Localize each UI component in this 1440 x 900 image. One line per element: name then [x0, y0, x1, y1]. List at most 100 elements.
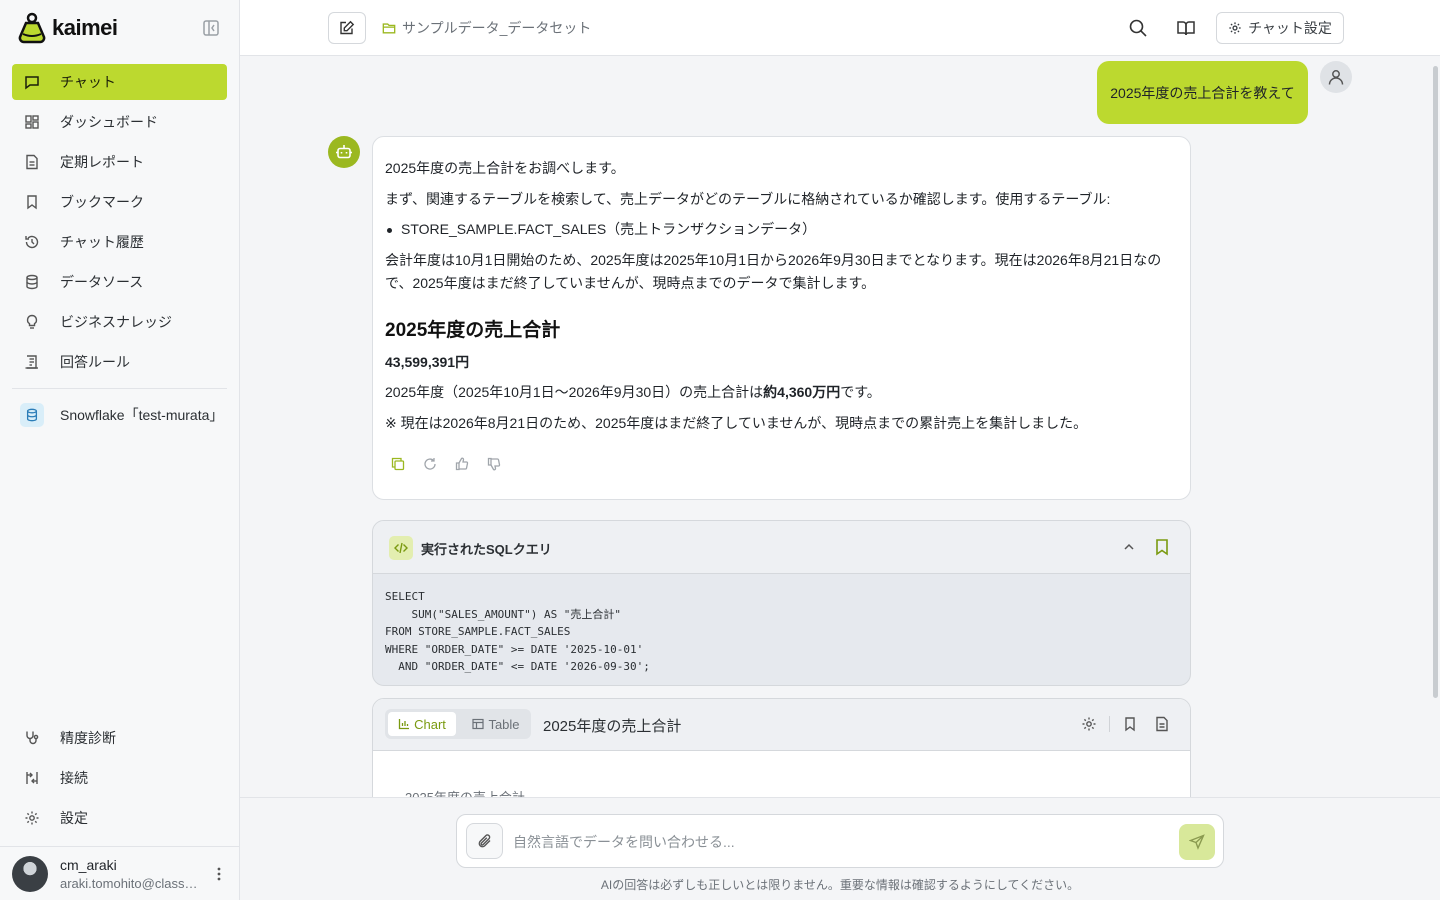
bookmark-icon[interactable] — [1122, 716, 1138, 732]
sidebar-item-label: ダッシュボード — [60, 114, 158, 130]
sidebar-item-chat[interactable]: チャット — [12, 64, 227, 100]
search-icon[interactable] — [1128, 18, 1148, 38]
bookmark-icon — [24, 194, 40, 210]
answer-text: 2025年度（2025年10月1日〜2026年9月30日）の売上合計は — [385, 384, 764, 400]
chevron-up-icon[interactable] — [1121, 539, 1137, 555]
dataset-selector[interactable]: サンプルデータ_データセット — [382, 18, 591, 38]
regenerate-icon[interactable] — [423, 457, 437, 471]
history-icon — [24, 234, 40, 250]
kaimei-logo-icon — [18, 12, 46, 44]
sidebar-item-label: 回答ルール — [60, 354, 130, 370]
sql-query-card: 実行されたSQLクエリ SELECT SUM("SALES_AMOUNT") A… — [372, 520, 1191, 686]
report-icon[interactable] — [1154, 716, 1170, 732]
table-icon — [472, 718, 485, 730]
gear-icon[interactable] — [1081, 716, 1097, 732]
connection-icon — [24, 770, 40, 786]
ai-disclaimer: AIの回答は必ずしも正しいとは限りません。重要な情報は確認するようにしてください… — [600, 878, 1080, 892]
sidebar-bottom-nav: 精度診断 接続 設定 — [12, 720, 227, 840]
sidebar-item-history[interactable]: チャット履歴 — [12, 224, 227, 260]
prompt-input[interactable] — [513, 831, 1153, 853]
sidebar-item-label: 精度診断 — [60, 730, 116, 746]
dashboard-icon — [24, 114, 40, 130]
sidebar-item-settings[interactable]: 設定 — [12, 800, 227, 836]
thumbs-down-icon[interactable] — [487, 457, 501, 471]
new-chat-button[interactable] — [328, 12, 366, 44]
sidebar-item-accuracy[interactable]: 精度診断 — [12, 720, 227, 756]
chat-settings-button[interactable]: チャット設定 — [1216, 12, 1344, 44]
stethoscope-icon — [24, 730, 40, 746]
answer-heading: 2025年度の売上合計 — [385, 320, 561, 341]
chat-icon — [24, 74, 40, 90]
sidebar-item-label: ビジネスナレッジ — [60, 314, 172, 330]
sidebar-item-label: ブックマーク — [60, 194, 144, 210]
answer-text: です。 — [840, 384, 881, 400]
app-name: kaimei — [52, 15, 118, 40]
assistant-answer-card: 2025年度の売上合計をお調べします。 まず、関連するテーブルを検索して、売上デ… — [372, 136, 1191, 500]
attach-button[interactable] — [466, 823, 503, 859]
sidebar-item-dashboard[interactable]: ダッシュボード — [12, 104, 227, 140]
sidebar-item-connection[interactable]: 接続 — [12, 760, 227, 796]
dataset-label: サンプルデータ_データセット — [402, 20, 592, 36]
datasource-label: Snowflake「test-murata」 — [60, 407, 224, 423]
folder-icon — [382, 21, 396, 35]
thumbs-up-icon[interactable] — [455, 457, 469, 471]
user-message: 2025年度の売上合計を教えて — [1097, 61, 1308, 124]
answer-paragraph: 2025年度（2025年10月1日〜2026年9月30日）の売上合計は約4,36… — [385, 381, 881, 404]
sql-code: SELECT SUM("SALES_AMOUNT") AS "売上合計" FRO… — [385, 590, 650, 673]
answer-total: 43,599,391円 — [385, 354, 470, 370]
sidebar-item-label: 接続 — [60, 770, 88, 786]
lightbulb-icon — [24, 314, 40, 330]
user-email: araki.tomohito@classmethod.jp — [60, 876, 202, 891]
sidebar-item-rules[interactable]: 回答ルール — [12, 344, 227, 380]
sql-query-title: 実行されたSQLクエリ — [421, 542, 552, 557]
paperclip-icon — [477, 833, 493, 849]
composer — [456, 814, 1224, 868]
answer-paragraph: 会計年度は10月1日開始のため、2025年度は2025年10月1日から2026年… — [385, 252, 1162, 291]
result-chart-header: Chart Table 2025年度の売上合計 — [373, 699, 1190, 751]
book-open-icon[interactable] — [1176, 18, 1196, 38]
sidebar-collapse-icon[interactable] — [202, 19, 220, 37]
sidebar-item-reports[interactable]: 定期レポート — [12, 144, 227, 180]
answer-emphasis: 約4,360万円 — [763, 384, 841, 400]
user-name: cm_araki — [60, 857, 117, 873]
answer-actions — [391, 457, 501, 471]
answer-list-item: STORE_SAMPLE.FACT_SALES（売上トランザクションデータ） — [386, 218, 816, 241]
bar-chart-icon — [398, 718, 410, 730]
chat-scrollbar[interactable] — [1433, 66, 1438, 698]
sidebar: kaimei チャット ダッシュボード 定期レポート ブックマーク チャット履歴… — [0, 0, 240, 900]
send-button[interactable] — [1179, 824, 1215, 860]
sidebar-item-label: 設定 — [60, 810, 88, 826]
send-icon — [1189, 834, 1205, 850]
result-chart-title: 2025年度の売上合計 — [543, 718, 682, 735]
more-vertical-icon[interactable] — [212, 865, 226, 883]
app-logo[interactable]: kaimei — [18, 12, 118, 44]
sidebar-item-knowledge[interactable]: ビジネスナレッジ — [12, 304, 227, 340]
tab-chart[interactable]: Chart — [388, 712, 456, 736]
sidebar-item-label: データソース — [60, 274, 144, 290]
tab-table[interactable]: Table — [464, 712, 528, 736]
view-toggle: Chart Table — [385, 709, 531, 739]
sidebar-item-bookmarks[interactable]: ブックマーク — [12, 184, 227, 220]
answer-paragraph: まず、関連するテーブルを検索して、売上データがどのテーブルに格納されているか確認… — [385, 191, 1111, 207]
result-chart-card: Chart Table 2025年度の売上合計 2025年度の売上合計 — [372, 698, 1191, 797]
database-icon — [24, 274, 40, 290]
tab-table-label: Table — [488, 716, 520, 732]
sidebar-divider — [12, 388, 227, 389]
top-bar: サンプルデータ_データセット チャット設定 — [240, 0, 1440, 56]
gear-icon — [1228, 21, 1242, 35]
copy-icon[interactable] — [391, 457, 405, 471]
rules-icon — [24, 354, 40, 370]
avatar — [12, 856, 48, 892]
report-icon — [24, 154, 40, 170]
sidebar-item-label: 定期レポート — [60, 154, 144, 170]
edit-icon — [339, 20, 355, 36]
sidebar-item-datasources[interactable]: データソース — [12, 264, 227, 300]
user-profile[interactable]: cm_araki araki.tomohito@classmethod.jp — [0, 846, 240, 900]
divider — [1109, 716, 1110, 732]
answer-paragraph: 2025年度の売上合計をお調べします。 — [385, 160, 625, 176]
sql-query-header[interactable]: 実行されたSQLクエリ — [373, 521, 1190, 574]
bookmark-icon[interactable] — [1154, 538, 1170, 556]
database-icon — [20, 403, 44, 427]
sidebar-datasource-snowflake[interactable]: Snowflake「test-murata」 — [12, 399, 240, 431]
tab-chart-label: Chart — [414, 716, 446, 732]
